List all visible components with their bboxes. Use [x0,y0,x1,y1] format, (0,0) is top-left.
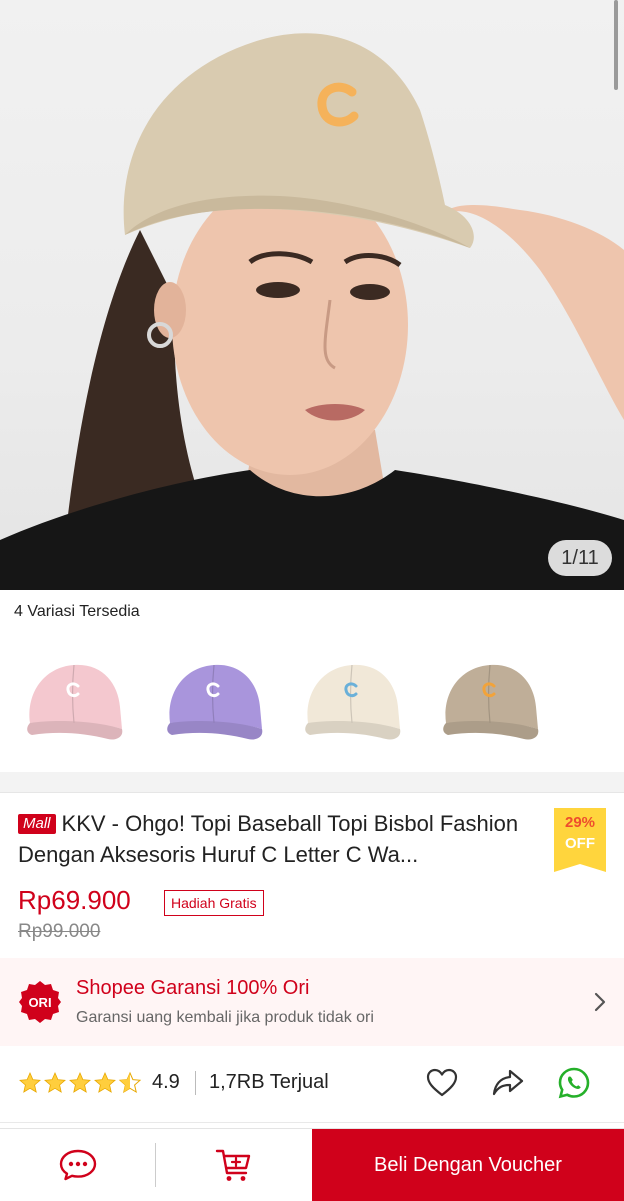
variation-thumb-khaki[interactable] [428,645,554,753]
share-icon[interactable] [491,1066,525,1100]
half-star-icon [118,1071,142,1094]
product-title-text: KKV - Ohgo! Topi Baseball Topi Bisbol Fa… [18,811,519,867]
discount-ribbon: 29% OFF [554,808,606,872]
rating-separator [195,1071,196,1095]
star-icon [44,1072,66,1093]
ori-badge-text: ORI [28,995,51,1010]
mall-badge: Mall [18,814,56,834]
discount-percent: 29% [564,814,596,831]
scrollbar[interactable] [614,0,618,90]
variation-thumb-cream[interactable] [290,645,416,753]
discount-off-label: OFF [565,835,595,852]
free-gift-tag[interactable]: Hadiah Gratis [164,890,264,916]
image-counter: 1/11 [548,540,612,576]
product-image[interactable]: 1/11 [0,0,624,590]
guarantee-title: Shopee Garansi 100% Ori [76,977,310,999]
cap-thumbnail-image [167,664,263,740]
star-icon [69,1072,91,1093]
variation-thumb-purple[interactable] [152,645,278,753]
chat-icon [59,1149,97,1181]
variations-label: 4 Variasi Tersedia [14,603,140,620]
guarantee-subtitle: Garansi uang kembali jika produk tidak o… [76,1009,374,1026]
sold-count: 1,7RB Terjual [209,1071,329,1093]
section-divider [0,772,624,793]
star-icon [94,1072,116,1093]
buy-with-voucher-button[interactable]: Beli Dengan Voucher [312,1129,624,1201]
bottom-action-bar: Beli Dengan Voucher [0,1128,624,1201]
cap-thumbnail-image [443,664,539,740]
ori-badge-icon: ORI [19,981,61,1023]
rating-row: 4.9 1,7RB Terjual [0,1046,624,1123]
original-price: Rp99.000 [18,921,101,942]
product-photo-illustration [0,33,624,590]
product-title: Mall KKV - Ohgo! Topi Baseball Topi Bisbo… [18,808,548,870]
add-to-cart-icon [215,1149,251,1181]
whatsapp-icon[interactable] [557,1066,591,1100]
chat-button[interactable] [0,1129,156,1201]
add-to-cart-button[interactable] [156,1129,312,1201]
star-icon [19,1072,41,1093]
cap-thumbnail-image [305,664,401,740]
heart-icon[interactable] [425,1066,459,1100]
guarantee-banner[interactable]: ORI Shopee Garansi 100% Ori Garansi uang… [0,958,624,1046]
current-price: Rp69.900 [18,885,131,915]
chevron-right-icon [594,992,606,1012]
variation-thumb-pink[interactable] [12,645,138,753]
cap-thumbnail-image [27,664,123,740]
rating-value: 4.9 [152,1071,180,1093]
variation-thumbnails [0,645,624,755]
rating-stars [18,1071,142,1095]
